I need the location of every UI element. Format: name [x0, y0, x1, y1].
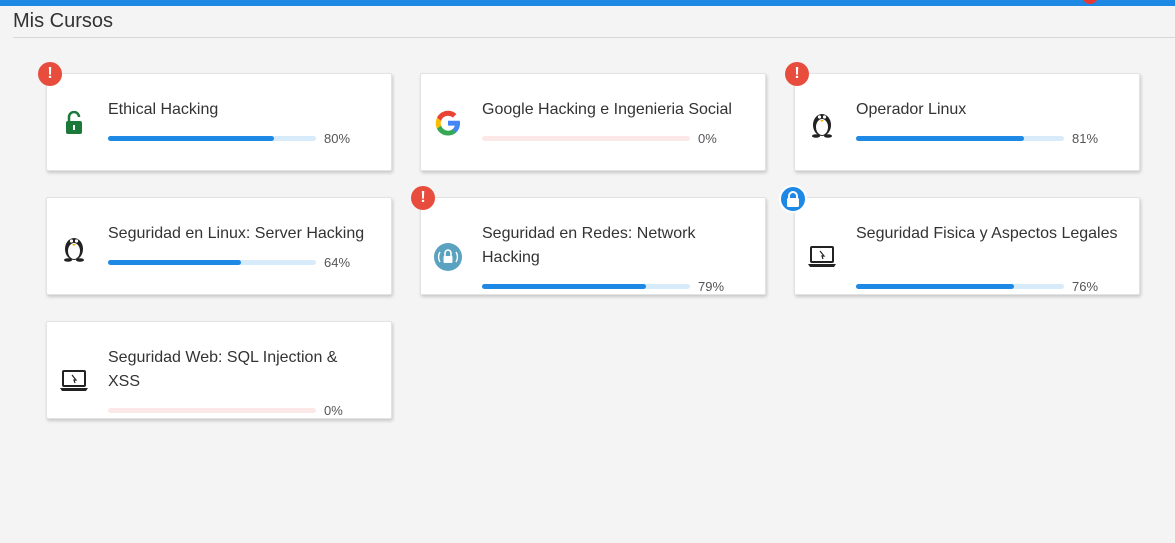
progress-bar	[856, 136, 1064, 141]
course-card-operador-linux[interactable]: Operador Linux 81%	[794, 73, 1140, 171]
progress-percent: 79%	[698, 279, 725, 294]
course-card-seguridad-linux[interactable]: Seguridad en Linux: Server Hacking 64%	[46, 197, 392, 295]
progress-percent: 80%	[324, 131, 351, 146]
network-lock-icon	[433, 242, 463, 272]
course-card-seguridad-redes[interactable]: Seguridad en Redes: Network Hacking 79%	[420, 197, 766, 295]
progress-fill	[108, 260, 242, 265]
course-title[interactable]: Google Hacking e Ingenieria Social	[482, 98, 747, 122]
progress-percent: 0%	[324, 403, 343, 418]
laptop-icon	[59, 366, 89, 396]
course-title[interactable]: Seguridad en Linux: Server Hacking	[108, 222, 373, 246]
progress-percent: 81%	[1072, 131, 1099, 146]
page-title: Mis Cursos	[13, 10, 114, 32]
course-card-ethical-hacking[interactable]: Ethical Hacking 80%	[46, 73, 392, 171]
unlock-icon	[59, 108, 89, 138]
progress-percent: 76%	[1072, 279, 1099, 294]
course-title[interactable]: Seguridad en Redes: Network Hacking	[482, 222, 747, 270]
progress-bar	[108, 136, 316, 141]
course-card-seguridad-web[interactable]: Seguridad Web: SQL Injection & XSS 0%	[46, 321, 392, 419]
linux-penguin-icon	[59, 232, 89, 262]
course-title[interactable]: Seguridad Web: SQL Injection & XSS	[108, 346, 373, 394]
alert-icon: !	[785, 62, 809, 86]
title-divider	[13, 37, 1175, 38]
progress-fill	[482, 284, 647, 289]
linux-penguin-icon	[807, 108, 837, 138]
course-card-google-hacking[interactable]: Google Hacking e Ingenieria Social 0%	[420, 73, 766, 171]
alert-icon: !	[38, 62, 62, 86]
course-title[interactable]: Ethical Hacking	[108, 98, 373, 122]
top-accent-bar	[0, 0, 1175, 6]
progress-bar	[482, 136, 690, 141]
progress-bar	[108, 408, 316, 413]
alert-icon: !	[411, 186, 435, 210]
lock-icon	[779, 185, 807, 213]
progress-percent: 64%	[324, 255, 351, 270]
progress-fill	[856, 136, 1025, 141]
course-title[interactable]: Operador Linux	[856, 98, 1121, 122]
progress-fill	[108, 136, 275, 141]
course-title[interactable]: Seguridad Fisica y Aspectos Legales	[856, 222, 1121, 246]
progress-bar	[108, 260, 316, 265]
laptop-icon	[807, 242, 837, 272]
progress-fill	[856, 284, 1015, 289]
progress-bar	[482, 284, 690, 289]
google-icon	[433, 108, 463, 138]
progress-bar	[856, 284, 1064, 289]
course-card-seguridad-fisica[interactable]: Seguridad Fisica y Aspectos Legales 76%	[794, 197, 1140, 295]
progress-percent: 0%	[698, 131, 717, 146]
